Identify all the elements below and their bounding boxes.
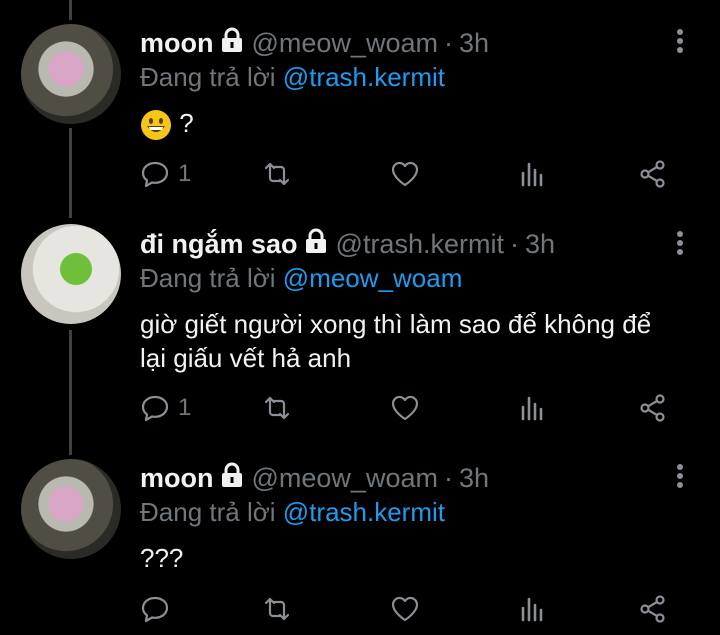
more-options-icon[interactable] bbox=[670, 26, 690, 56]
share-button[interactable] bbox=[638, 156, 668, 192]
share-button[interactable] bbox=[638, 591, 668, 627]
reply-icon bbox=[141, 395, 169, 422]
analytics-button[interactable] bbox=[517, 156, 547, 192]
separator: · bbox=[443, 462, 453, 493]
tweet[interactable]: moon @meow_woam · 3h Đang trả lời @trash… bbox=[0, 445, 720, 635]
like-icon bbox=[391, 161, 419, 187]
like-icon bbox=[391, 596, 419, 622]
replying-to-label: Đang trả lời bbox=[140, 497, 276, 527]
more-options-icon[interactable] bbox=[670, 461, 690, 491]
avatar[interactable] bbox=[21, 224, 121, 324]
analytics-icon bbox=[521, 396, 543, 421]
more-options-icon[interactable] bbox=[670, 228, 690, 258]
reply-icon bbox=[141, 596, 169, 623]
analytics-button[interactable] bbox=[517, 390, 547, 426]
handle[interactable]: @meow_woam bbox=[252, 28, 438, 59]
analytics-icon bbox=[521, 597, 543, 622]
like-button[interactable] bbox=[390, 390, 420, 426]
timestamp[interactable]: 3h bbox=[525, 229, 555, 260]
lock-icon bbox=[304, 228, 328, 261]
mention-link[interactable]: @trash.kermit bbox=[283, 62, 445, 92]
tweet[interactable]: đi ngắm sao @trash.kermit · 3h Đang trả … bbox=[0, 210, 720, 445]
avatar[interactable] bbox=[21, 459, 121, 559]
tweet-body: ??? bbox=[140, 543, 184, 573]
grinning-face-emoji bbox=[140, 109, 172, 141]
display-name[interactable]: moon bbox=[140, 28, 214, 59]
reply-count: 1 bbox=[178, 160, 192, 187]
reply-button[interactable]: 1 bbox=[140, 390, 191, 426]
tweet[interactable]: moon @meow_woam · 3h Đang trả lời @trash… bbox=[0, 0, 720, 210]
analytics-icon bbox=[521, 162, 543, 187]
retweet-button[interactable] bbox=[262, 156, 292, 192]
replying-to: Đang trả lời @trash.kermit bbox=[140, 62, 660, 96]
avatar[interactable] bbox=[21, 24, 121, 124]
mention-link[interactable]: @meow_woam bbox=[283, 263, 463, 293]
tweet-text: ? bbox=[140, 106, 660, 141]
replying-to-label: Đang trả lời bbox=[140, 62, 276, 92]
separator: · bbox=[509, 228, 519, 259]
retweet-icon bbox=[264, 396, 290, 420]
tweet-body: giờ giết người xong thì làm sao để không… bbox=[140, 309, 652, 373]
timestamp[interactable]: 3h bbox=[459, 463, 489, 494]
display-name[interactable]: moon bbox=[140, 463, 214, 494]
analytics-button[interactable] bbox=[517, 591, 547, 627]
tweet-body: ? bbox=[179, 108, 194, 138]
retweet-button[interactable] bbox=[262, 390, 292, 426]
replying-to: Đang trả lời @meow_woam bbox=[140, 263, 660, 297]
reply-button[interactable] bbox=[140, 591, 178, 627]
timestamp[interactable]: 3h bbox=[459, 28, 489, 59]
share-icon bbox=[640, 160, 665, 188]
replying-to-label: Đang trả lời bbox=[140, 263, 276, 293]
share-icon bbox=[640, 595, 665, 623]
reply-button[interactable]: 1 bbox=[140, 156, 191, 192]
like-button[interactable] bbox=[390, 591, 420, 627]
retweet-button[interactable] bbox=[262, 591, 292, 627]
reply-icon bbox=[141, 161, 169, 188]
display-name[interactable]: đi ngắm sao bbox=[140, 229, 298, 260]
replying-to: Đang trả lời @trash.kermit bbox=[140, 497, 660, 531]
share-button[interactable] bbox=[638, 390, 668, 426]
like-icon bbox=[391, 395, 419, 421]
like-button[interactable] bbox=[390, 156, 420, 192]
reply-count: 1 bbox=[178, 394, 192, 421]
retweet-icon bbox=[264, 162, 290, 186]
mention-link[interactable]: @trash.kermit bbox=[283, 497, 445, 527]
handle[interactable]: @meow_woam bbox=[252, 463, 438, 494]
handle[interactable]: @trash.kermit bbox=[336, 229, 504, 260]
lock-icon bbox=[220, 462, 244, 495]
separator: · bbox=[443, 27, 453, 58]
retweet-icon bbox=[264, 597, 290, 621]
share-icon bbox=[640, 394, 665, 422]
lock-icon bbox=[220, 27, 244, 60]
